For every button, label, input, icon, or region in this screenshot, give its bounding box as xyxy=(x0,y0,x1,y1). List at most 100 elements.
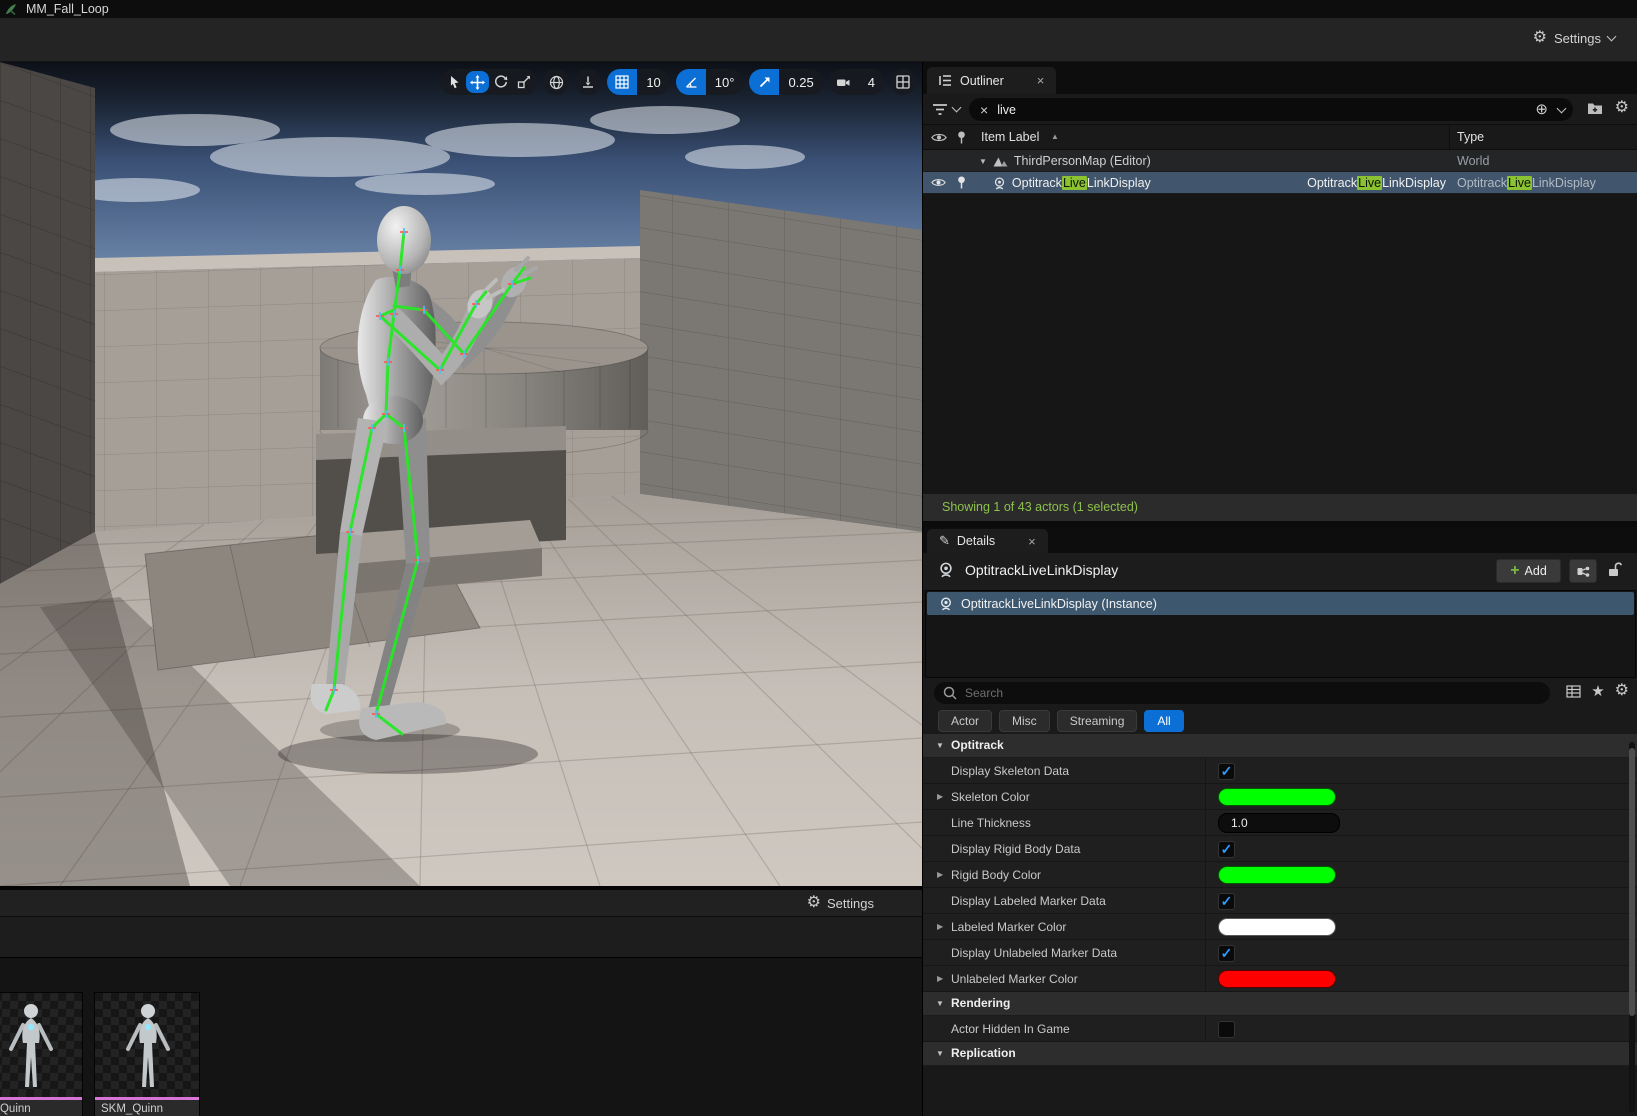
checkbox[interactable]: ✓ xyxy=(1218,893,1235,910)
filter-tab-all[interactable]: All xyxy=(1144,710,1183,732)
column-type[interactable]: Type xyxy=(1457,130,1484,144)
collapse-arrow-icon[interactable]: ▼ xyxy=(936,741,944,750)
grid-snap-control: 10 xyxy=(607,69,669,95)
outliner-tree: ▼ThirdPersonMap (Editor)World▼OptitrackL… xyxy=(923,150,1637,194)
tab-label: Outliner xyxy=(960,74,1004,88)
property-label: Display Labeled Marker Data xyxy=(951,894,1106,908)
outliner-row[interactable]: ▼ThirdPersonMap (Editor)World xyxy=(923,150,1637,172)
visibility-column-eye-icon[interactable] xyxy=(931,132,947,143)
search-placeholder: Search xyxy=(965,686,1003,700)
rotation-snap-value[interactable]: 10° xyxy=(706,69,744,95)
property-row: Display Skeleton Data✓ xyxy=(923,758,1637,784)
scrollbar-thumb[interactable] xyxy=(1629,748,1635,1016)
details-settings-gear-icon[interactable]: ⚙ xyxy=(1615,683,1629,699)
move-tool-button[interactable] xyxy=(466,71,489,93)
property-row: ▶Rigid Body Color xyxy=(923,862,1637,888)
search-icon xyxy=(943,686,957,700)
expand-arrow-icon[interactable]: ▶ xyxy=(937,870,943,879)
filter-tab-misc[interactable]: Misc xyxy=(999,710,1050,732)
outliner-filter-button[interactable] xyxy=(932,103,960,116)
details-search-input[interactable]: Search xyxy=(934,682,1550,704)
grid-snap-value[interactable]: 10 xyxy=(637,69,669,95)
property-row: Display Labeled Marker Data ✓ xyxy=(923,888,1637,914)
preview-settings-dropdown[interactable]: ⚙ Settings xyxy=(807,895,874,911)
number-field[interactable]: 1.0 xyxy=(1218,813,1340,833)
expand-arrow-icon[interactable]: ▶ xyxy=(937,974,943,983)
expand-arrow-icon[interactable]: ▶ xyxy=(937,922,943,931)
level-icon xyxy=(993,155,1008,167)
pin-icon[interactable] xyxy=(956,175,967,190)
scale-snap-value[interactable]: 0.25 xyxy=(779,69,822,95)
outliner-settings-gear-icon[interactable]: ⚙ xyxy=(1615,100,1629,116)
outliner-item-label: ThirdPersonMap (Editor) xyxy=(1014,154,1151,168)
blueprint-button[interactable] xyxy=(1569,559,1597,583)
content-browser: M_Quinn SKM_Quinn xyxy=(0,917,922,1116)
clear-search-icon[interactable]: × xyxy=(980,102,988,118)
pin-column-icon[interactable] xyxy=(956,130,967,145)
collapse-arrow-icon[interactable]: ▼ xyxy=(936,1049,944,1058)
collapse-arrow-icon[interactable]: ▼ xyxy=(936,999,944,1008)
scale-snap-toggle[interactable] xyxy=(749,69,779,95)
property-row: ▶Unlabeled Marker Color xyxy=(923,966,1637,992)
color-swatch[interactable] xyxy=(1218,970,1336,988)
create-actor-icon[interactable]: ⊕ xyxy=(1535,102,1548,117)
checkbox[interactable] xyxy=(1218,1021,1235,1038)
visibility-eye-icon[interactable] xyxy=(931,177,946,188)
rotate-tool-button[interactable] xyxy=(489,71,512,93)
outliner-status-text: Showing 1 of 43 actors (1 selected) xyxy=(923,494,1637,521)
close-icon[interactable]: × xyxy=(1037,73,1045,88)
camera-speed-icon[interactable] xyxy=(829,69,859,95)
details-scrollbar[interactable] xyxy=(1629,742,1635,1112)
outliner-search-input[interactable]: × live ⊕ xyxy=(969,98,1573,121)
component-instance-row[interactable]: OptitrackLiveLinkDisplay (Instance) xyxy=(927,592,1634,615)
section-title: Rendering xyxy=(951,996,1010,1010)
chevron-down-icon xyxy=(1607,32,1617,42)
scale-tool-button[interactable] xyxy=(512,71,535,93)
checkbox[interactable]: ✓ xyxy=(1218,841,1235,858)
expand-arrow-icon[interactable]: ▶ xyxy=(937,792,943,801)
color-swatch[interactable] xyxy=(1218,788,1336,806)
close-icon[interactable]: × xyxy=(1028,534,1036,549)
right-panel: Outliner × × live ⊕ ⚙ xyxy=(922,62,1637,1116)
sort-ascending-icon[interactable]: ▲ xyxy=(1051,132,1059,141)
asset-tile[interactable]: SKM_Quinn xyxy=(94,992,200,1116)
checkbox[interactable]: ✓ xyxy=(1218,945,1235,962)
color-swatch[interactable] xyxy=(1218,866,1336,884)
world-local-space-button[interactable] xyxy=(543,69,569,95)
chevron-down-icon[interactable] xyxy=(1557,103,1567,113)
check-icon: ✓ xyxy=(1221,842,1233,856)
asset-tile[interactable]: M_Quinn xyxy=(0,992,83,1116)
checkbox[interactable]: ✓ xyxy=(1218,763,1235,780)
settings-label: Settings xyxy=(1554,31,1601,46)
filter-tab-streaming[interactable]: Streaming xyxy=(1057,710,1138,732)
grid-snap-toggle[interactable] xyxy=(607,69,637,95)
favorites-star-icon[interactable]: ★ xyxy=(1591,682,1604,700)
settings-dropdown[interactable]: ⚙ Settings xyxy=(1533,30,1615,46)
new-folder-icon[interactable] xyxy=(1587,101,1603,115)
viewport-3d[interactable]: 10 10° 0.25 4 xyxy=(0,62,922,886)
camera-speed-value[interactable]: 4 xyxy=(859,69,884,95)
section-header-rendering[interactable]: ▼ Rendering xyxy=(923,992,1637,1016)
outliner-empty-area[interactable] xyxy=(923,194,1637,494)
outliner-row[interactable]: ▼OptitrackLiveLinkDisplayOptitrackLiveLi… xyxy=(923,172,1637,194)
expand-arrow-icon[interactable]: ▼ xyxy=(979,157,987,166)
search-match-highlight: Live xyxy=(1357,176,1382,190)
preview-settings-label: Settings xyxy=(827,896,874,911)
plus-icon: + xyxy=(1510,564,1519,578)
select-tool-button[interactable] xyxy=(443,71,466,93)
add-component-button[interactable]: + Add xyxy=(1496,559,1561,583)
viewport-layout-button[interactable] xyxy=(890,69,916,95)
display-options-icon[interactable] xyxy=(1566,684,1581,698)
property-label: Skeleton Color xyxy=(951,790,1030,804)
column-item-label[interactable]: Item Label xyxy=(981,130,1039,144)
section-header-optitrack[interactable]: ▼Optitrack xyxy=(923,734,1637,758)
surface-snapping-button[interactable] xyxy=(575,69,601,95)
property-row: Actor Hidden In Game xyxy=(923,1016,1637,1042)
tab-outliner[interactable]: Outliner × xyxy=(927,67,1056,94)
section-header-replication[interactable]: ▼Replication xyxy=(923,1042,1637,1066)
tab-details[interactable]: ✎ Details × xyxy=(927,529,1048,553)
color-swatch[interactable] xyxy=(1218,918,1336,936)
lock-icon[interactable] xyxy=(1607,561,1623,577)
rotation-snap-toggle[interactable] xyxy=(676,69,706,95)
filter-tab-actor[interactable]: Actor xyxy=(938,710,992,732)
